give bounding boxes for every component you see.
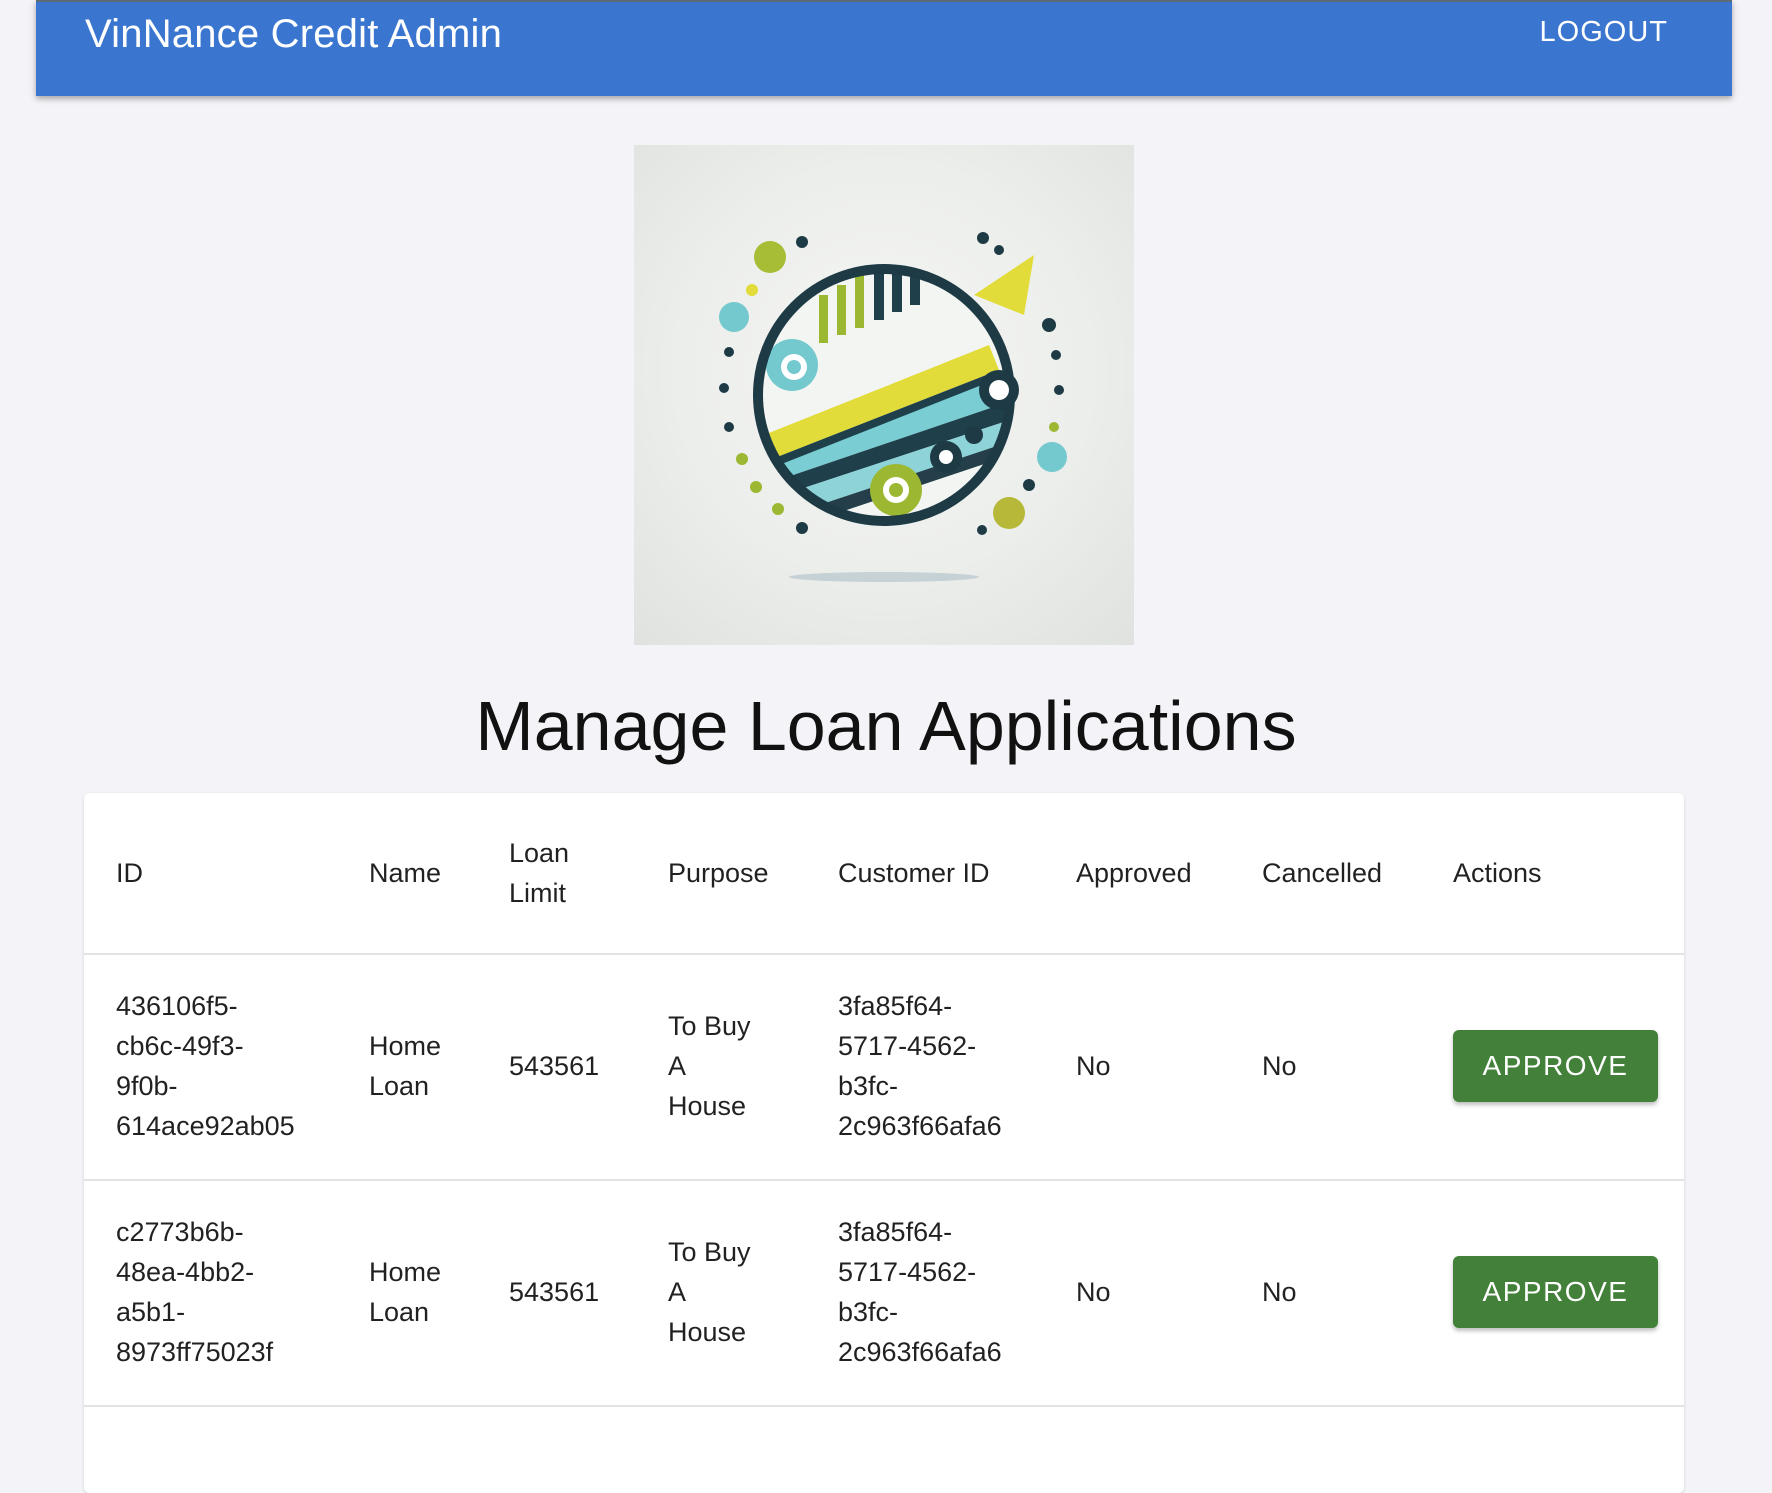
cell-name: Home Loan [369, 1031, 442, 1101]
header-customer-id: Customer ID [838, 858, 990, 888]
cell-loan-limit: 543561 [509, 1277, 600, 1307]
cell-actions: APPROVE [1453, 953, 1663, 1179]
logo-image [634, 145, 1134, 645]
cell-cancelled: No [1262, 1277, 1297, 1307]
header-id: ID [116, 858, 143, 888]
cell-actions: APPROVE [1453, 1179, 1663, 1405]
finance-growth-logo-icon [719, 232, 1067, 582]
header-actions: Actions [1453, 858, 1542, 888]
cell-id: c2773b6b- 48ea-4bb2- a5b1- 8973ff75023f [116, 1217, 274, 1367]
cell-purpose: To Buy A House [668, 1237, 751, 1347]
app-bar: VinNance Credit Admin LOGOUT [36, 0, 1732, 96]
cell-customer-id: 3fa85f64- 5717-4562- b3fc- 2c963f66afa6 [838, 991, 1002, 1141]
table-header-row: ID Name Loan Limit Purpose Customer ID A… [84, 793, 1684, 955]
page-title: Manage Loan Applications [475, 687, 1297, 765]
app-title: VinNance Credit Admin [85, 12, 503, 56]
cell-approved: No [1076, 1051, 1111, 1081]
cell-customer-id: 3fa85f64- 5717-4562- b3fc- 2c963f66afa6 [838, 1217, 1002, 1367]
logout-button[interactable]: LOGOUT [1540, 16, 1668, 49]
cell-loan-limit: 543561 [509, 1051, 600, 1081]
header-loan-limit: Loan Limit [509, 838, 570, 908]
header-name: Name [369, 858, 442, 888]
cell-name: Home Loan [369, 1257, 442, 1327]
header-approved: Approved [1076, 858, 1192, 888]
cell-approved: No [1076, 1277, 1111, 1307]
cell-cancelled: No [1262, 1051, 1297, 1081]
cell-id: 436106f5- cb6c-49f3- 9f0b- 614ace92ab05 [116, 991, 295, 1141]
table-row: c2773b6b- 48ea-4bb2- a5b1- 8973ff75023f … [84, 1179, 1684, 1407]
approve-button[interactable]: APPROVE [1453, 1256, 1658, 1328]
loan-applications-table: ID Name Loan Limit Purpose Customer ID A… [84, 793, 1684, 1493]
cell-purpose: To Buy A House [668, 1011, 751, 1121]
table-row: 436106f5- cb6c-49f3- 9f0b- 614ace92ab05 … [84, 953, 1684, 1181]
header-cancelled: Cancelled [1262, 858, 1383, 888]
approve-button[interactable]: APPROVE [1453, 1030, 1658, 1102]
header-purpose: Purpose [668, 858, 769, 888]
